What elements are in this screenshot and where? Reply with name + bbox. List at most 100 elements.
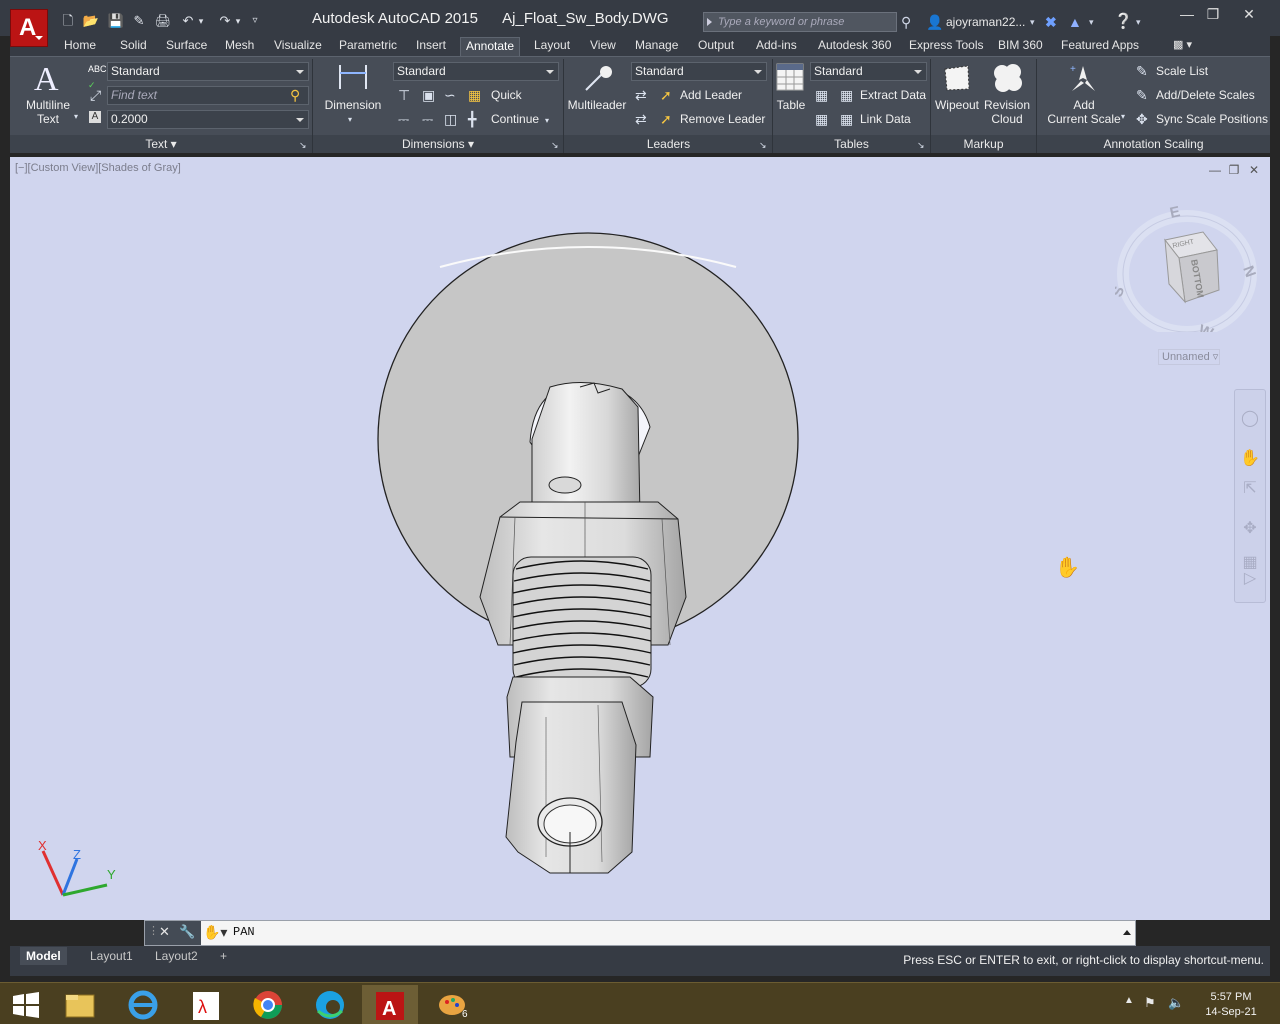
search-expand-icon[interactable] <box>707 18 712 26</box>
undo-dropdown-icon[interactable]: ▾ <box>196 12 206 30</box>
action-center-flag-icon[interactable]: ⚑ <box>1144 995 1156 1011</box>
leaders-settings-icon[interactable]: ↘ <box>759 137 767 153</box>
save-as-icon[interactable]: ✎ <box>129 12 149 30</box>
plot-icon[interactable]: 🖨 <box>153 12 173 30</box>
internet-explorer-icon[interactable] <box>115 985 171 1024</box>
maximize-window-icon[interactable]: ❐ <box>1198 4 1228 24</box>
multileader-style-select[interactable]: Standard <box>631 62 767 81</box>
open-file-icon[interactable]: 📂 <box>81 12 101 30</box>
zoom-icon[interactable]: ⇱ <box>1239 478 1261 500</box>
binoculars-search-icon[interactable]: ⚲ <box>901 12 911 32</box>
tab-home[interactable]: Home <box>59 37 101 56</box>
tab-express-tools[interactable]: Express Tools <box>904 37 988 56</box>
table-style-select[interactable]: Standard <box>810 62 927 81</box>
dimension-button[interactable]: Dimension <box>320 98 386 112</box>
command-input[interactable]: PAN <box>233 925 255 939</box>
quick-dimension-icon[interactable]: ▦ <box>468 87 481 103</box>
application-menu-button[interactable]: A <box>10 9 48 47</box>
text-height-select[interactable]: 0.2000 <box>107 110 309 129</box>
dim-space-icon[interactable]: ⊤ <box>398 87 410 103</box>
upload-source-icon[interactable]: ▦ <box>815 111 828 127</box>
add-scale-dropdown-icon[interactable]: ▾ <box>1121 109 1125 125</box>
tab-layout2[interactable]: Layout2 <box>149 947 204 965</box>
search-input[interactable] <box>718 13 894 31</box>
user-dropdown-icon[interactable]: ▾ <box>1030 12 1035 32</box>
dim-oblique-icon[interactable]: ◫ <box>444 111 457 127</box>
dimensions-panel-title[interactable]: Dimensions ▾ <box>313 135 563 153</box>
link-data-icon[interactable]: ▦ <box>840 111 853 127</box>
system-clock[interactable]: 5:57 PM 14-Sep-21 <box>1196 990 1266 1020</box>
multileader-button[interactable]: Multileader <box>564 98 630 112</box>
multiline-text-button[interactable]: Multiline Text <box>20 98 76 126</box>
download-source-icon[interactable]: ▦ <box>815 87 828 103</box>
redo-dropdown-icon[interactable]: ▾ <box>233 12 243 30</box>
command-line[interactable]: ⋮ ✕ 🔧 ✋▾ PAN <box>144 920 1136 946</box>
tab-bim-360[interactable]: BIM 360 <box>993 37 1048 56</box>
acrobat-icon[interactable]: λ <box>178 985 234 1024</box>
customize-qat-icon[interactable]: ▿ <box>248 12 262 30</box>
drawing-viewport[interactable]: [−][Custom View][Shades of Gray] — ❐ ✕ E… <box>10 157 1270 920</box>
exchange-apps-icon[interactable]: ✖ <box>1045 12 1057 32</box>
align-leaders-icon[interactable]: ⇄ <box>635 87 647 103</box>
orbit-icon[interactable]: ✥ <box>1239 518 1261 540</box>
dimensions-settings-icon[interactable]: ↘ <box>551 137 559 153</box>
edge-icon[interactable] <box>302 985 358 1024</box>
add-leader-icon[interactable]: ➚ <box>660 87 672 103</box>
dim-jog-icon[interactable]: ∽ <box>444 87 456 103</box>
dim-update-icon[interactable]: ⎓ <box>422 111 433 127</box>
tab-layout[interactable]: Layout <box>529 37 575 56</box>
viewcube[interactable]: E N S W RIGHT BOTTOM <box>1115 202 1260 332</box>
remove-leader-button[interactable]: Remove Leader <box>680 112 765 126</box>
add-current-scale-button[interactable]: Add Current Scale <box>1044 98 1124 126</box>
file-explorer-icon[interactable] <box>52 985 108 1024</box>
revision-cloud-icon[interactable] <box>992 62 1024 94</box>
extract-data-button[interactable]: Extract Data <box>860 88 926 102</box>
tab-insert[interactable]: Insert <box>411 37 451 56</box>
link-data-button[interactable]: Link Data <box>860 112 911 126</box>
compass-east[interactable]: E <box>1168 203 1181 222</box>
dimension-icon[interactable] <box>337 61 369 93</box>
tab-view[interactable]: View <box>585 37 621 56</box>
scale-list-icon[interactable]: ✎ <box>1136 63 1148 79</box>
tab-solid[interactable]: Solid <box>115 37 152 56</box>
paint-taskbar-icon[interactable]: 6 <box>426 985 482 1024</box>
tab-autodesk-360[interactable]: Autodesk 360 <box>813 37 896 56</box>
collect-leaders-icon[interactable]: ⇄ <box>635 111 647 127</box>
search-box[interactable] <box>703 12 897 32</box>
tab-featured-apps[interactable]: Featured Apps <box>1056 37 1144 56</box>
continue-dimension-button[interactable]: Continue <box>491 112 539 126</box>
wipeout-icon[interactable] <box>942 63 972 93</box>
undo-icon[interactable]: ↶ <box>178 12 198 30</box>
table-button[interactable]: Table <box>772 98 810 112</box>
revision-cloud-button[interactable]: Revision Cloud <box>982 98 1032 126</box>
markup-panel-title[interactable]: Markup <box>931 135 1036 153</box>
dim-inspect-icon[interactable]: ⎓ <box>398 111 409 127</box>
remove-leader-icon[interactable]: ➚ <box>660 111 672 127</box>
add-layout-icon[interactable]: + <box>214 947 233 965</box>
command-customize-icon[interactable]: 🔧 <box>179 924 195 940</box>
tables-settings-icon[interactable]: ↘ <box>917 137 925 153</box>
table-icon[interactable] <box>776 63 804 91</box>
help-icon[interactable]: ❔ <box>1114 12 1133 32</box>
autodesk-360-icon[interactable]: ▲ <box>1068 12 1082 32</box>
autocad-taskbar-icon[interactable]: A <box>362 985 418 1024</box>
command-history-icon[interactable] <box>1123 930 1131 935</box>
named-views-menu[interactable]: Unnamed ▿ <box>1158 349 1220 365</box>
close-window-icon[interactable]: ✕ <box>1234 4 1264 24</box>
user-name[interactable]: ajoyraman22... <box>946 15 1025 29</box>
dimension-style-select[interactable]: Standard <box>393 62 559 81</box>
command-line-grip-icon[interactable]: ⋮ <box>148 924 159 937</box>
add-delete-scales-icon[interactable]: ✎ <box>1136 87 1148 103</box>
tab-output[interactable]: Output <box>693 37 739 56</box>
tables-panel-title[interactable]: Tables <box>773 135 930 153</box>
command-pan-icon[interactable]: ✋▾ <box>203 924 227 941</box>
text-style-select[interactable]: Standard <box>107 62 309 81</box>
extract-data-icon[interactable]: ▦ <box>840 87 853 103</box>
steering-wheel-icon[interactable]: ◯ <box>1239 408 1261 430</box>
tab-manage[interactable]: Manage <box>630 37 683 56</box>
multileader-icon[interactable] <box>582 63 616 93</box>
wipeout-button[interactable]: Wipeout <box>932 98 982 112</box>
annotation-scaling-panel-title[interactable]: Annotation Scaling <box>1037 135 1270 153</box>
float-switch-body-model[interactable] <box>10 157 1270 920</box>
tab-add-ins[interactable]: Add-ins <box>751 37 802 56</box>
